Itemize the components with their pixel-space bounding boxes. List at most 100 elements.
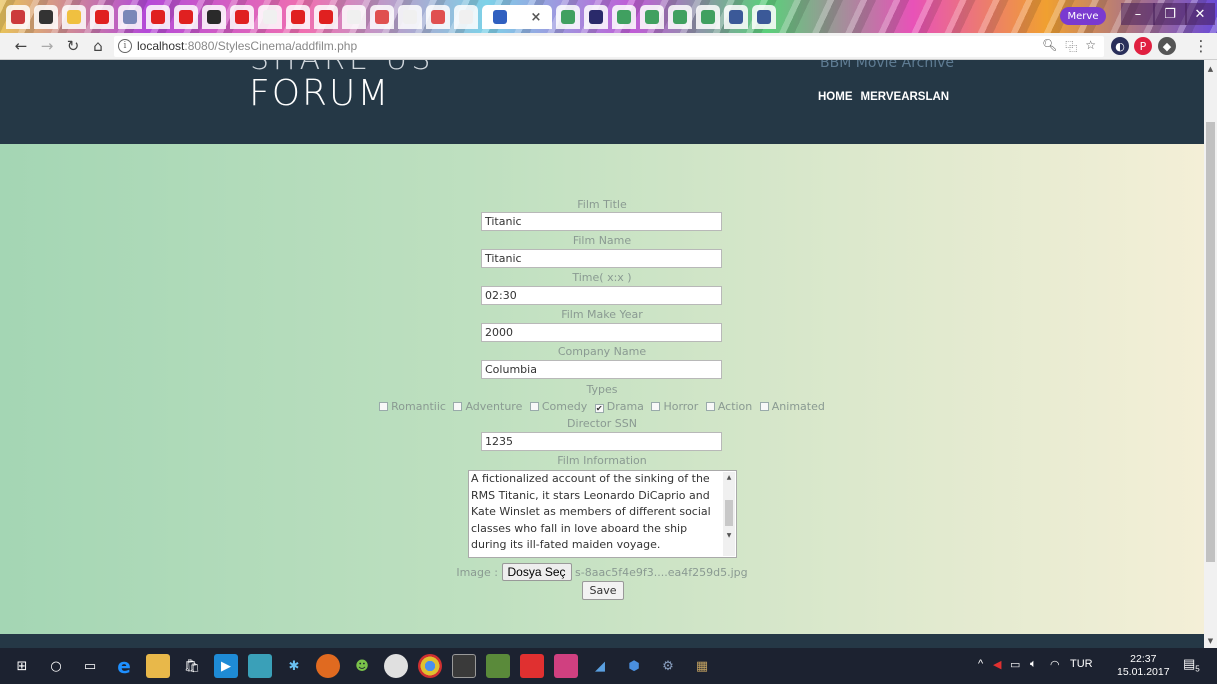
director-ssn-input[interactable]: 1235 [481,432,722,451]
type-option[interactable]: Horror [651,400,698,413]
volume-icon[interactable]: 🔈︎ [1030,658,1037,671]
tab[interactable] [696,5,720,29]
tab[interactable] [118,5,142,29]
make-year-input[interactable]: 2000 [481,323,722,342]
tab[interactable] [146,5,170,29]
app-icon[interactable] [248,654,272,678]
app-icon[interactable]: ▦ [690,654,714,678]
edge-icon[interactable]: e [112,654,136,678]
app-icon[interactable] [486,654,510,678]
shield-icon[interactable]: ◆ [1158,37,1176,55]
home-icon[interactable]: ⌂ [87,36,109,56]
type-option[interactable]: ✔ Drama [594,400,644,413]
back-icon[interactable]: ← [10,36,32,56]
page-scroll-thumb[interactable] [1206,122,1215,562]
tab[interactable] [752,5,776,29]
tab[interactable] [584,5,608,29]
tab[interactable] [90,5,114,29]
app-icon[interactable]: ◢ [588,654,612,678]
reload-icon[interactable]: ↻ [62,36,84,56]
profile-button[interactable]: Merve [1060,7,1106,25]
tab[interactable] [724,5,748,29]
nav-home-link[interactable]: HOME [818,91,853,103]
firefox-icon[interactable] [316,654,340,678]
tray-expand-icon[interactable]: ^ [978,658,983,670]
app-icon[interactable]: ▶ [214,654,238,678]
scroll-up-icon[interactable]: ▲ [723,474,735,481]
chrome-icon[interactable] [418,654,442,678]
info-icon[interactable]: i [118,39,132,53]
company-input[interactable]: Columbia [481,360,722,379]
tab[interactable] [640,5,664,29]
type-option[interactable]: Comedy [529,400,587,413]
checkbox[interactable] [453,402,463,411]
forward-icon[interactable]: → [36,36,58,56]
scroll-down-icon[interactable]: ▼ [1204,634,1217,648]
tab[interactable] [370,5,394,29]
tab[interactable] [668,5,692,29]
film-info-textarea[interactable]: A fictionalized account of the sinking o… [468,470,737,558]
app-icon[interactable]: ☻ [350,654,374,678]
tab[interactable] [258,5,282,29]
task-view-icon[interactable]: ▭ [78,654,102,678]
tray-app-icon[interactable]: ◀ [993,658,1001,671]
tab[interactable] [202,5,226,29]
tab[interactable] [174,5,198,29]
app-icon[interactable]: ⬢ [622,654,646,678]
menu-icon[interactable]: ⋮ [1190,36,1212,56]
time-input[interactable]: 02:30 [481,286,722,305]
battery-icon[interactable]: ▭ [1010,658,1020,671]
choose-file-button[interactable]: Dosya Seç [501,563,572,581]
app-icon[interactable]: ✱ [282,654,306,678]
type-option[interactable]: Adventure [453,400,522,413]
film-title-input[interactable]: Titanic [481,212,722,231]
close-icon[interactable]: × [531,10,542,25]
system-clock[interactable]: 22:37 15.01.2017 [1117,653,1170,679]
tab[interactable] [62,5,86,29]
minimize-icon[interactable]: – [1121,3,1155,25]
scroll-up-icon[interactable]: ▲ [1204,62,1217,76]
url-text[interactable]: localhost:8080/StylesCinema/addfilm.php [137,39,357,53]
checkbox[interactable] [529,402,539,411]
tab[interactable] [426,5,450,29]
type-option[interactable]: Action [705,400,752,413]
tab[interactable] [230,5,254,29]
tab[interactable] [612,5,636,29]
checkbox[interactable] [759,402,769,411]
maximize-icon[interactable]: ❐ [1153,3,1187,25]
checkbox[interactable] [651,402,661,411]
type-option[interactable]: Animated [759,400,825,413]
tab[interactable] [314,5,338,29]
app-icon[interactable]: ⚙ [656,654,680,678]
pinterest-icon[interactable]: P [1134,37,1152,55]
zoom-icon[interactable]: 🔍︎ [1042,38,1057,55]
wifi-icon[interactable]: ◠ [1050,658,1060,671]
translate-icon[interactable]: ⿻ [1065,38,1077,55]
save-button[interactable]: Save [582,581,624,600]
page-scrollbar[interactable]: ▲ ▼ [1204,60,1217,648]
store-icon[interactable]: 🛍︎ [180,654,204,678]
nav-user-link[interactable]: MERVEARSLAN [861,91,950,103]
pdf-icon[interactable] [520,654,544,678]
textarea-scroll-thumb[interactable] [725,500,733,526]
tab[interactable] [398,5,422,29]
bookmark-star-icon[interactable]: ☆ [1085,38,1096,55]
tab[interactable] [342,5,366,29]
checkbox[interactable] [705,402,715,411]
tab[interactable] [6,5,30,29]
site-logo[interactable]: FORUM [249,73,390,114]
checkbox-checked[interactable]: ✔ [594,404,604,413]
app-icon[interactable] [384,654,408,678]
app-icon[interactable] [452,654,476,678]
scroll-down-icon[interactable]: ▼ [723,532,735,539]
window-close-icon[interactable]: ✕ [1185,3,1215,25]
windows-start-icon[interactable]: ⊞ [10,654,34,678]
tab[interactable] [454,5,478,29]
checkbox[interactable] [379,402,389,411]
address-bar[interactable]: i localhost:8080/StylesCinema/addfilm.ph… [114,36,1104,57]
language-indicator[interactable]: TUR [1070,658,1093,670]
film-name-input[interactable]: Titanic [481,249,722,268]
tab[interactable] [34,5,58,29]
tab-active[interactable]: × [482,5,552,29]
extension-icon[interactable]: ◐ [1111,37,1129,55]
